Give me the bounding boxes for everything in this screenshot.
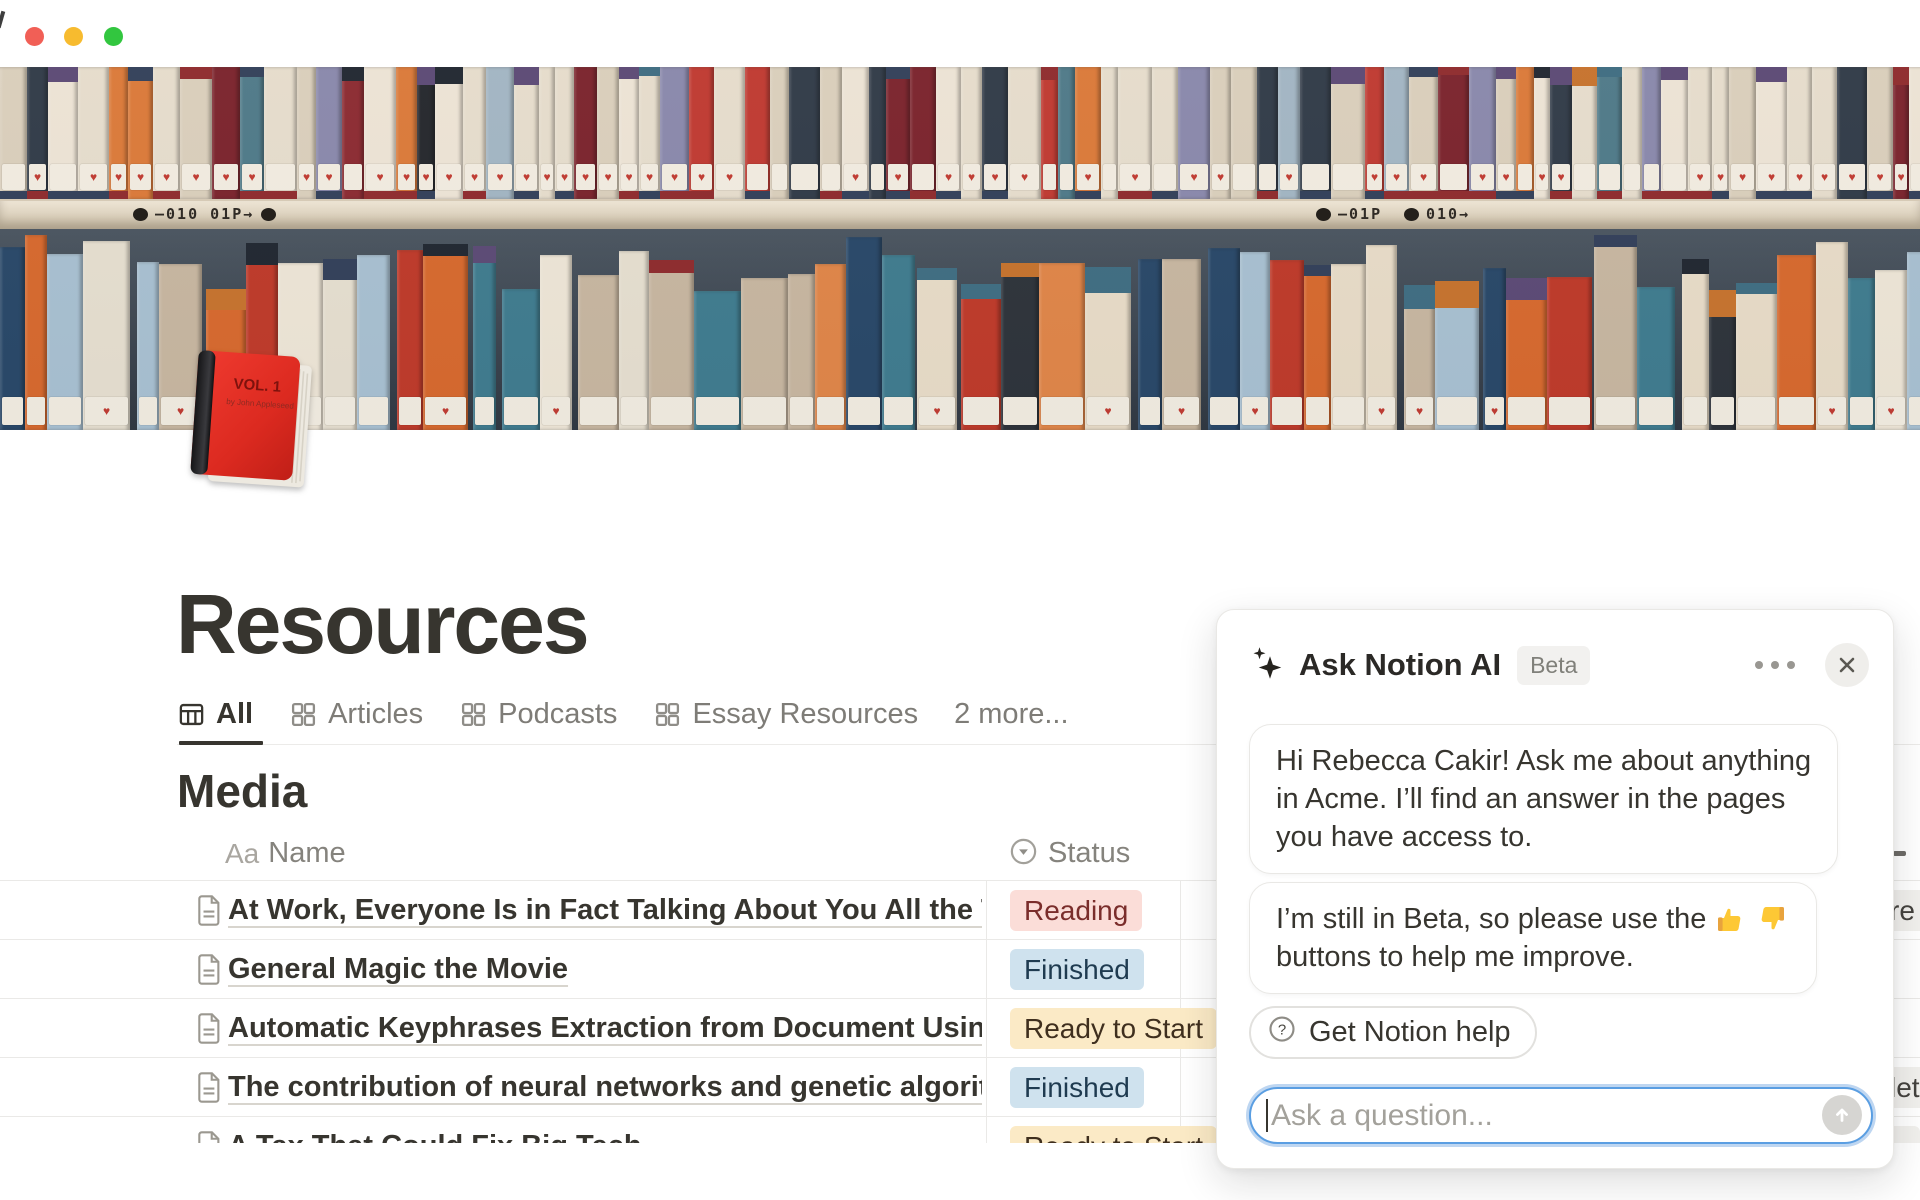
svg-text:?: ? [1278,1021,1286,1038]
status-badge[interactable]: Ready to Start [1010,1008,1217,1049]
close-panel-button[interactable] [1825,643,1869,687]
bookshelf-shelf [0,199,1920,229]
database-title[interactable]: Media [177,764,307,818]
text-property-icon: Aa [225,838,259,870]
ai-panel-header: Ask Notion AI Beta [1249,642,1869,688]
tab-articles[interactable]: Articles [289,698,423,731]
minimize-window-button[interactable] [64,27,83,46]
ai-message-greeting: Hi Rebecca Cakir! Ask me about anything … [1249,724,1838,874]
status-badge[interactable]: Finished [1010,949,1144,990]
arrow-up-icon [1831,1104,1853,1126]
shelf-label-left: –010 01P→ [133,205,276,223]
tab-essay-resources[interactable]: Essay Resources [653,698,918,731]
gallery-view-icon [459,700,488,729]
bookshelf-top-row: ♥♥♥♥♥♥♥♥♥♥♥♥♥♥♥♥♥♥♥♥♥♥♥♥♥♥♥♥♥♥♥♥♥♥♥♥♥♥♥♥… [0,67,1920,199]
text-caret [1266,1099,1268,1132]
gallery-view-icon [653,700,682,729]
ai-panel-title: Ask Notion AI [1299,647,1501,683]
close-icon [1837,655,1857,675]
page-document-icon [196,895,223,931]
tab-all[interactable]: All [177,698,253,731]
select-icon [1008,836,1039,872]
shelf-label-right2: 010→ [1404,205,1470,223]
shelf-label-right1: –01P [1316,205,1382,223]
gallery-view-icon [289,700,318,729]
page-link[interactable]: General Magic the Movie [228,940,982,999]
page-document-icon [196,954,223,990]
beta-badge: Beta [1517,646,1590,685]
thumbs-down-emoji [1756,903,1788,935]
table-view-icon [177,700,206,729]
ask-notion-ai-panel: Ask Notion AI Beta Hi Rebecca Cakir! Ask… [1216,609,1894,1169]
column-header-status[interactable]: Status [1008,826,1130,881]
page-link[interactable]: At Work, Everyone Is in Fact Talking Abo… [228,881,982,940]
ask-question-input[interactable] [1249,1087,1873,1144]
page-title[interactable]: Resources [176,576,588,673]
page-icon-red-book-emoji[interactable]: VOL. 1 by John Appleseed [184,350,324,494]
tab-2-more[interactable]: 2 more... [954,698,1068,731]
ai-message-beta: I’m still in Beta, so please use the but… [1249,882,1817,994]
tab-podcasts[interactable]: Podcasts [459,698,617,731]
send-button[interactable] [1822,1095,1862,1135]
status-badge[interactable]: Ready to Start [1010,1126,1217,1143]
page-link[interactable]: A Tax That Could Fix Big Tech [228,1117,982,1143]
page-link[interactable]: Automatic Keyphrases Extraction from Doc… [228,999,982,1058]
page-document-icon [196,1131,223,1143]
sparkle-icon [1249,645,1285,686]
page-document-icon [196,1013,223,1049]
screen-corner-artifact [0,11,5,28]
status-badge[interactable]: Reading [1010,890,1142,931]
database-view-tabs: All Articles Podcasts Essay Resources 2 … [177,690,1069,738]
notion-window: ♥♥♥♥♥♥♥♥♥♥♥♥♥♥♥♥♥♥♥♥♥♥♥♥♥♥♥♥♥♥♥♥♥♥♥♥♥♥♥♥… [0,0,1920,1200]
svg-text:VOL. 1: VOL. 1 [233,376,282,396]
thumbs-up-emoji [1714,903,1746,935]
active-tab-underline [179,741,263,745]
obscured-column-header-fragment [1893,851,1906,856]
page-link[interactable]: The contribution of neural networks and … [228,1058,982,1117]
help-question-icon: ? [1267,1014,1297,1052]
close-window-button[interactable] [25,27,44,46]
page-document-icon [196,1072,223,1108]
status-badge[interactable]: Finished [1010,1067,1144,1108]
column-header-name[interactable]: Aa Name [225,826,346,881]
zoom-window-button[interactable] [104,27,123,46]
get-notion-help-button[interactable]: ? Get Notion help [1249,1006,1537,1059]
more-options-button[interactable] [1755,661,1795,669]
